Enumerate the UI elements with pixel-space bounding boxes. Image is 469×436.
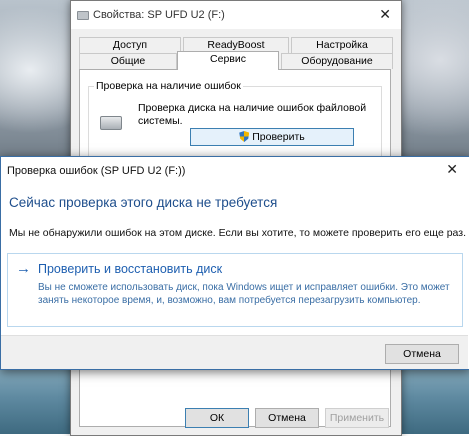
dialog-title: Проверка ошибок (SP UFD U2 (F:)) xyxy=(7,165,186,177)
properties-titlebar: Свойства: SP UFD U2 (F:) ✕ xyxy=(71,1,401,29)
ok-button[interactable]: ОК xyxy=(185,408,249,428)
error-check-dialog: Проверка ошибок (SP UFD U2 (F:)) ✕ Сейча… xyxy=(0,156,469,370)
dialog-heading: Сейчас проверка этого диска не требуется xyxy=(9,195,278,210)
hard-drive-icon xyxy=(100,116,122,130)
tab-dostup[interactable]: Доступ xyxy=(79,37,181,53)
check-description: Проверка диска на наличие ошибок файлово… xyxy=(138,102,367,127)
properties-title: Свойства: SP UFD U2 (F:) xyxy=(93,9,225,21)
tab-obshchie[interactable]: Общие xyxy=(79,53,177,69)
check-button[interactable]: Проверить xyxy=(190,128,354,146)
tab-nastroyka[interactable]: Настройка xyxy=(291,37,393,53)
dialog-message: Мы не обнаружили ошибок на этом диске. Е… xyxy=(9,227,467,239)
tab-oborudovanie[interactable]: Оборудование xyxy=(281,53,393,69)
tab-servis[interactable]: Сервис xyxy=(177,51,279,70)
properties-cancel-button[interactable]: Отмена xyxy=(255,408,319,428)
scan-and-repair-title: Проверить и восстановить диск xyxy=(38,262,223,276)
close-icon[interactable]: ✕ xyxy=(379,6,391,23)
dialog-cancel-button[interactable]: Отмена xyxy=(385,344,459,364)
close-icon[interactable]: ✕ xyxy=(446,161,458,178)
uac-shield-icon xyxy=(239,131,250,142)
check-button-label: Проверить xyxy=(252,131,305,143)
group-label: Проверка на наличие ошибок xyxy=(94,80,243,92)
drive-icon xyxy=(77,11,89,20)
scan-and-repair-description: Вы не сможете использовать диск, пока Wi… xyxy=(38,282,450,306)
arrow-right-icon: → xyxy=(16,260,31,277)
apply-button[interactable]: Применить xyxy=(325,408,389,428)
scan-and-repair-option[interactable]: → Проверить и восстановить диск Вы не см… xyxy=(7,253,463,327)
dialog-footer: Отмена xyxy=(1,335,468,369)
